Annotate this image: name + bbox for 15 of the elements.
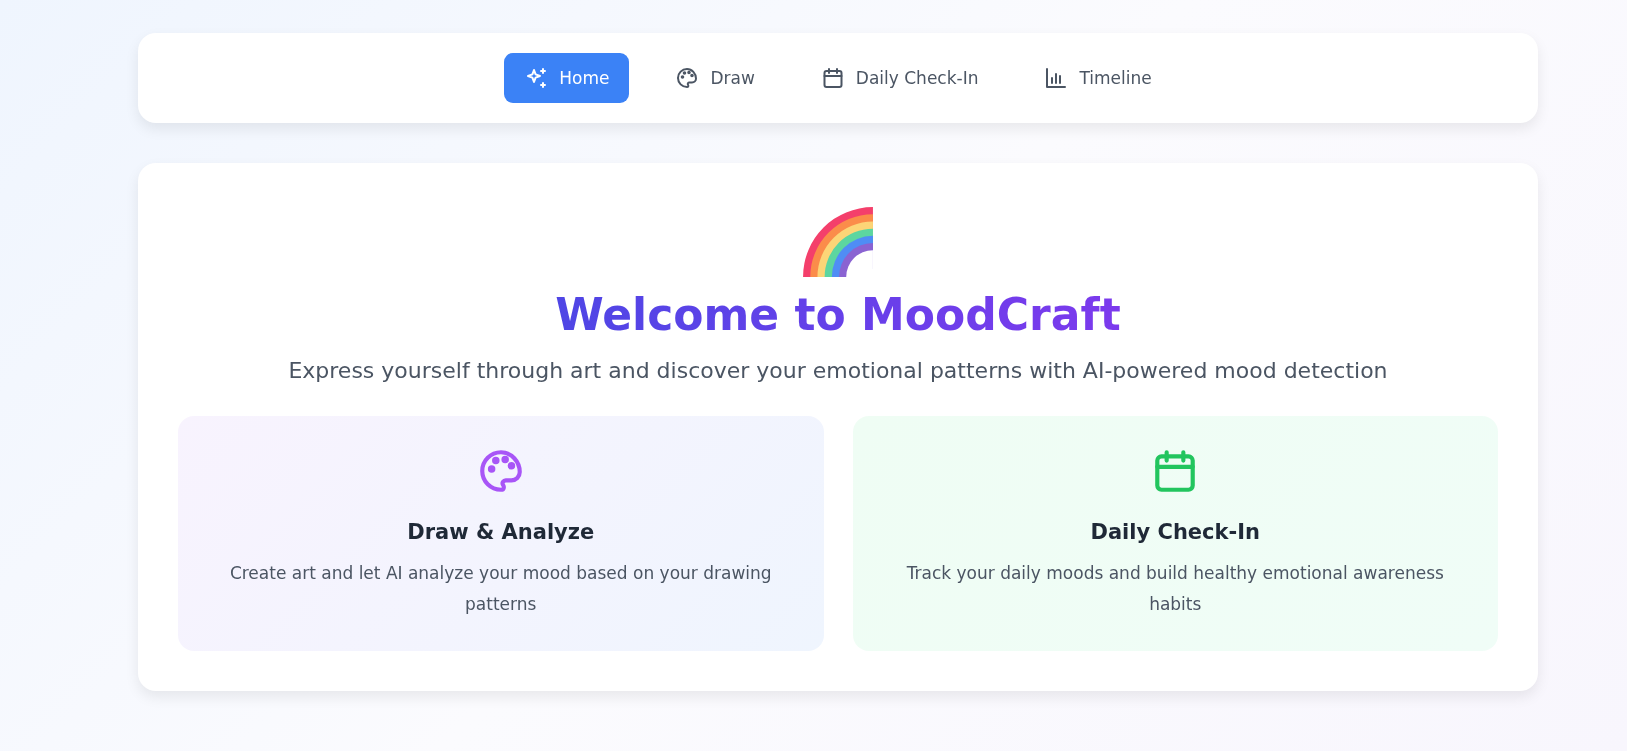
feature-description: Create art and let AI analyze your mood based on your drawing patterns xyxy=(228,562,773,616)
feature-card[interactable]: Draw & Analyze Create art and let AI analyze your mood based on your drawing patterns xyxy=(178,416,824,651)
feature-title: Daily Check-In xyxy=(1090,520,1260,544)
feature-title: Draw & Analyze xyxy=(407,520,595,544)
nav-tab[interactable]: Timeline xyxy=(1024,53,1172,103)
feature-description: Track your daily moods and build healthy emotional awareness habits xyxy=(905,562,1445,616)
welcome-subtitle: Express yourself through art and discover your emotional patterns with AI-powered mood detection xyxy=(288,358,1388,383)
bar-chart-icon xyxy=(1044,66,1069,90)
feature-card[interactable]: Daily Check-In Track your daily moods and build healthy emotional awareness habits xyxy=(852,416,1498,651)
palette-icon xyxy=(675,66,700,90)
rainbow-icon xyxy=(801,205,875,279)
nav-tab[interactable]: Home xyxy=(504,53,630,103)
nav-tab[interactable]: Draw xyxy=(655,53,775,103)
sparkles-icon xyxy=(524,66,549,90)
nav-tab[interactable]: Daily Check-In xyxy=(800,53,999,103)
